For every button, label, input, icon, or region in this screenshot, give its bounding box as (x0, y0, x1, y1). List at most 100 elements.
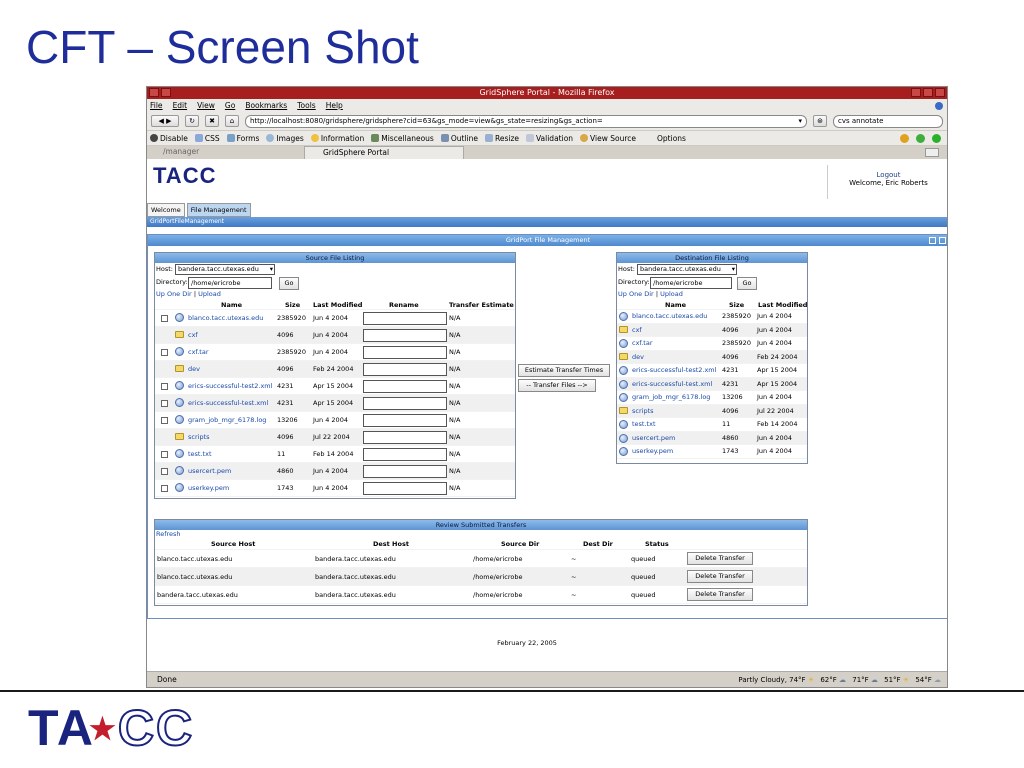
source-upload-link[interactable]: Upload (198, 290, 221, 298)
dest-up-dir-link[interactable]: Up One Dir (618, 290, 654, 298)
maximize-icon[interactable] (923, 88, 933, 97)
select-checkbox[interactable] (161, 383, 168, 390)
select-checkbox[interactable] (161, 485, 168, 492)
back-forward-button[interactable]: ◀ ▶ (151, 115, 179, 127)
dest-host-select[interactable]: bandera.tacc.utexas.edu ▾ (637, 264, 737, 275)
select-checkbox[interactable] (161, 349, 168, 356)
close-icon[interactable] (935, 88, 945, 97)
rename-input[interactable] (363, 448, 447, 461)
rename-input[interactable] (363, 397, 447, 410)
file-name-link[interactable]: scripts (632, 407, 654, 415)
file-name-link[interactable]: usercert.pem (188, 467, 231, 475)
transfer-files-button[interactable]: -- Transfer Files --> (518, 379, 596, 392)
file-name-link[interactable]: cxf.tar (632, 339, 653, 347)
file-date: Apr 15 2004 (757, 379, 798, 388)
select-checkbox[interactable] (161, 400, 168, 407)
select-checkbox[interactable] (161, 417, 168, 424)
select-checkbox[interactable] (161, 315, 168, 322)
window-menu-icon[interactable] (149, 88, 159, 97)
file-name-link[interactable]: erics-successful-test.xml (188, 399, 268, 407)
rename-input[interactable] (363, 346, 447, 359)
rename-input[interactable] (363, 414, 447, 427)
weather-day2: 71°F (852, 676, 869, 684)
file-name-link[interactable]: dev (632, 353, 644, 361)
source-dir-input[interactable]: /home/ericrobe (188, 277, 272, 289)
file-name-link[interactable]: gram_job_mgr_6178.log (632, 393, 710, 401)
dev-outline[interactable]: Outline (440, 133, 478, 143)
file-name-link[interactable]: userkey.pem (188, 484, 229, 492)
file-name-link[interactable]: userkey.pem (632, 447, 673, 455)
file-name-link[interactable]: blanco.tacc.utexas.edu (632, 312, 707, 320)
dest-upload-link[interactable]: Upload (660, 290, 683, 298)
home-icon[interactable]: ⌂ (225, 115, 239, 127)
estimate-transfer-button[interactable]: Estimate Transfer Times (518, 364, 610, 377)
search-input[interactable]: cvs annotate (833, 114, 943, 128)
rename-input[interactable] (363, 312, 447, 325)
menu-help[interactable]: Help (326, 101, 343, 110)
rename-input[interactable] (363, 363, 447, 376)
menu-bookmarks[interactable]: Bookmarks (245, 101, 287, 110)
select-checkbox[interactable] (161, 451, 168, 458)
dev-miscellaneous[interactable]: Miscellaneous (371, 133, 434, 143)
go-icon[interactable]: ⊛ (813, 115, 827, 127)
rename-input[interactable] (363, 380, 447, 393)
refresh-link[interactable]: Refresh (155, 530, 807, 539)
menu-file[interactable]: File (150, 101, 163, 110)
file-name-link[interactable]: gram_job_mgr_6178.log (188, 416, 266, 424)
file-name-link[interactable]: erics-successful-test2.xml (632, 366, 716, 374)
source-up-dir-link[interactable]: Up One Dir (156, 290, 192, 298)
dev-images[interactable]: Images (266, 133, 304, 143)
source-host-select[interactable]: bandera.tacc.utexas.edu ▾ (175, 264, 275, 275)
forms-icon (226, 133, 235, 142)
close-tab-icon[interactable] (925, 148, 939, 157)
dev-information[interactable]: Information (310, 133, 364, 143)
portlet-maximize-icon[interactable] (939, 237, 946, 244)
file-name-link[interactable]: cxf (188, 331, 198, 339)
delete-transfer-button[interactable]: Delete Transfer (687, 570, 753, 583)
file-name-link[interactable]: erics-successful-test2.xml (188, 382, 272, 390)
file-name-link[interactable]: dev (188, 365, 200, 373)
warning-icon (900, 133, 909, 143)
menu-tools[interactable]: Tools (297, 101, 315, 110)
file-name-link[interactable]: blanco.tacc.utexas.edu (188, 314, 263, 322)
dev-disable[interactable]: Disable (150, 133, 188, 143)
rename-input[interactable] (363, 431, 447, 444)
minimize-icon[interactable] (911, 88, 921, 97)
file-name-link[interactable]: scripts (188, 433, 210, 441)
file-name-link[interactable]: test.txt (188, 450, 212, 458)
tab-welcome[interactable]: Welcome (147, 203, 185, 217)
stop-icon[interactable]: ✖ (205, 115, 219, 127)
dev-resize[interactable]: Resize (484, 133, 519, 143)
logout-link[interactable]: Logout (828, 171, 947, 179)
dest-go-button[interactable]: Go (737, 277, 757, 290)
delete-transfer-button[interactable]: Delete Transfer (687, 588, 753, 601)
file-name-link[interactable]: cxf.tar (188, 348, 209, 356)
dev-validation[interactable]: Validation (526, 133, 573, 143)
dev-view-source[interactable]: View Source (580, 133, 636, 143)
dev-forms[interactable]: Forms (226, 133, 259, 143)
rename-input[interactable] (363, 329, 447, 342)
menu-edit[interactable]: Edit (173, 101, 188, 110)
rename-input[interactable] (363, 482, 447, 495)
dev-options[interactable]: Options (657, 134, 686, 143)
source-go-button[interactable]: Go (279, 277, 299, 290)
tab-file-management[interactable]: File Management (186, 203, 251, 217)
file-name-link[interactable]: test.txt (632, 420, 656, 428)
dest-dir-input[interactable]: /home/ericrobe (650, 277, 732, 289)
menu-view[interactable]: View (197, 101, 215, 110)
url-bar[interactable]: http://localhost:8080/gridsphere/gridsph… (245, 114, 807, 128)
file-name-link[interactable]: cxf (632, 326, 642, 334)
tab-manager[interactable]: /manager (147, 147, 302, 159)
select-checkbox[interactable] (161, 468, 168, 475)
file-name-link[interactable]: erics-successful-test.xml (632, 380, 712, 388)
reload-icon[interactable]: ↻ (185, 115, 199, 127)
tab-gridsphere-portal[interactable]: GridSphere Portal (304, 146, 464, 159)
url-dropdown-icon[interactable]: ▾ (798, 116, 806, 127)
file-name-link[interactable]: usercert.pem (632, 434, 675, 442)
delete-transfer-button[interactable]: Delete Transfer (687, 552, 753, 565)
rename-input[interactable] (363, 465, 447, 478)
dev-css[interactable]: CSS (194, 133, 220, 143)
menu-go[interactable]: Go (225, 101, 235, 110)
window-shade-icon[interactable] (161, 88, 171, 97)
portlet-minimize-icon[interactable] (929, 237, 936, 244)
